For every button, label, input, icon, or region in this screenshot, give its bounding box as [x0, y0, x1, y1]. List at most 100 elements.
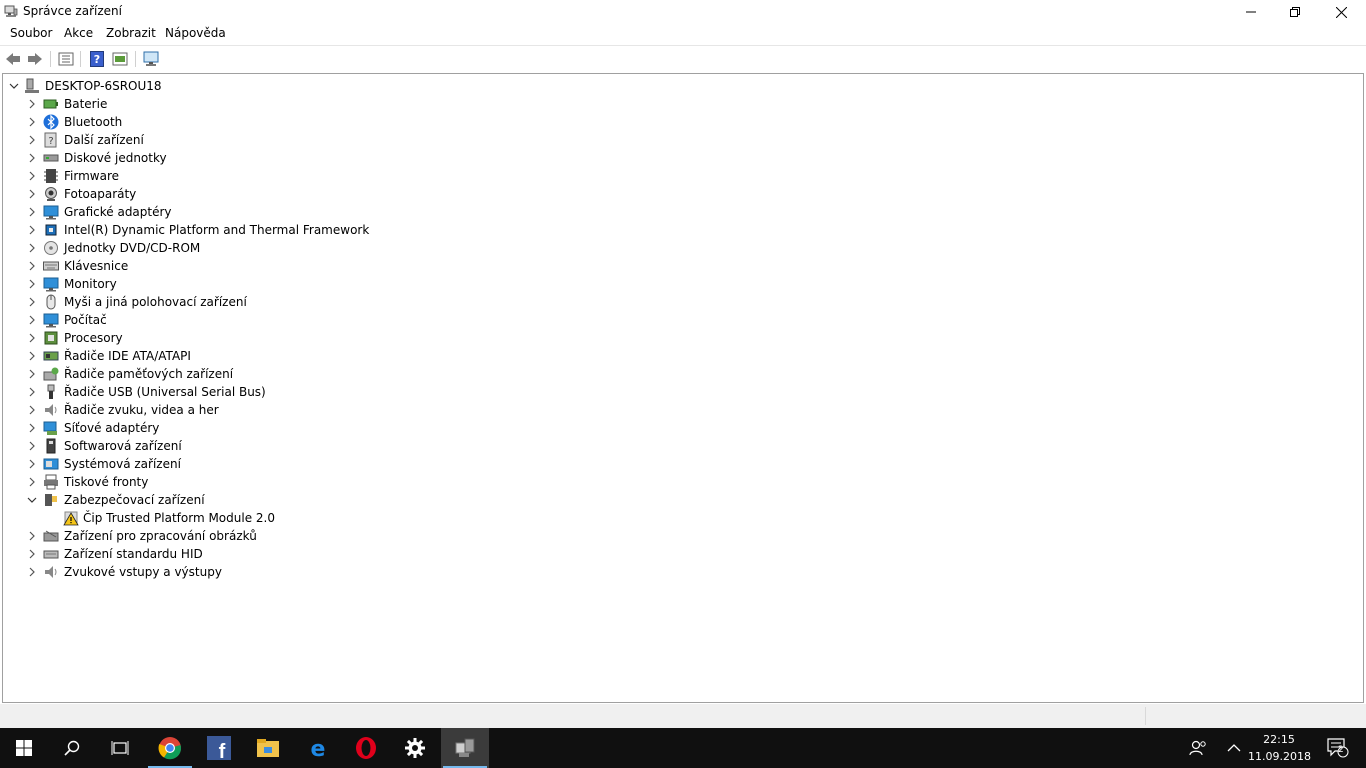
chevron-right-icon[interactable]	[27, 369, 37, 379]
properties-button[interactable]	[56, 50, 76, 68]
help-button[interactable]: ?	[87, 50, 107, 68]
chevron-right-icon[interactable]	[27, 135, 37, 145]
tree-category-label: Řadiče IDE ATA/ATAPI	[64, 349, 191, 363]
chevron-right-icon[interactable]	[27, 153, 37, 163]
status-bar	[0, 704, 1366, 728]
device-tree[interactable]: DESKTOP-6SROU18 Baterie Bluetooth? Další z…	[2, 73, 1364, 703]
chevron-right-icon[interactable]	[27, 333, 37, 343]
tree-root[interactable]: DESKTOP-6SROU18	[3, 77, 403, 95]
speaker-icon	[43, 402, 59, 418]
tree-device-row[interactable]: Čip Trusted Platform Module 2.0	[3, 509, 603, 527]
chevron-right-icon[interactable]	[27, 225, 37, 235]
start-icon	[16, 740, 32, 756]
tree-category-row[interactable]: Řadiče paměťových zařízení	[3, 365, 603, 383]
chevron-right-icon[interactable]	[27, 315, 37, 325]
chevron-right-icon[interactable]	[27, 423, 37, 433]
tree-category-row[interactable]: Tiskové fronty	[3, 473, 603, 491]
menu-soubor[interactable]: Soubor	[8, 26, 54, 40]
scan-hardware-button[interactable]	[142, 50, 162, 68]
hid-icon	[43, 546, 59, 562]
file-explorer-taskbar-button[interactable]	[244, 728, 292, 768]
chevron-right-icon[interactable]	[27, 405, 37, 415]
tree-category-row[interactable]: Fotoaparáty	[3, 185, 603, 203]
update-driver-button[interactable]	[110, 50, 130, 68]
restore-button[interactable]	[1272, 0, 1318, 24]
tree-category-row[interactable]: Diskové jednotky	[3, 149, 603, 167]
tree-category-row[interactable]: Intel(R) Dynamic Platform and Thermal Fr…	[3, 221, 603, 239]
tree-category-row[interactable]: Klávesnice	[3, 257, 603, 275]
chevron-right-icon[interactable]	[27, 189, 37, 199]
close-button[interactable]	[1318, 0, 1364, 24]
usb-icon	[43, 384, 59, 400]
chevron-right-icon[interactable]	[27, 549, 37, 559]
tree-category-row[interactable]: Bluetooth	[3, 113, 603, 131]
chevron-right-icon[interactable]	[27, 531, 37, 541]
chevron-right-icon[interactable]	[27, 243, 37, 253]
back-button[interactable]	[3, 50, 23, 68]
tree-category-label: Monitory	[64, 277, 117, 291]
edge-taskbar-button[interactable]: e	[294, 728, 342, 768]
settings-taskbar-button[interactable]	[391, 728, 439, 768]
clock[interactable]: 22:15 11.09.2018	[1248, 731, 1311, 765]
tree-category-row[interactable]: Baterie	[3, 95, 603, 113]
chevron-right-icon[interactable]	[27, 261, 37, 271]
menu-napoveda[interactable]: Nápověda	[163, 26, 228, 40]
tree-category-row[interactable]: Počítač	[3, 311, 603, 329]
tree-category-row[interactable]: Síťové adaptéry	[3, 419, 603, 437]
chevron-right-icon[interactable]	[27, 567, 37, 577]
computer-icon	[24, 78, 40, 94]
keyboard-icon	[43, 258, 59, 274]
forward-arrow-icon	[28, 53, 42, 65]
tree-category-row[interactable]: Řadiče USB (Universal Serial Bus)	[3, 383, 603, 401]
search-button[interactable]	[48, 728, 96, 768]
audio-io-icon	[43, 564, 59, 580]
tree-category-row[interactable]: Grafické adaptéry	[3, 203, 603, 221]
toolbar-separator	[50, 51, 51, 67]
device-manager-taskbar-button[interactable]	[441, 728, 489, 768]
tree-category-row[interactable]: Řadiče IDE ATA/ATAPI	[3, 347, 603, 365]
chevron-right-icon[interactable]	[27, 351, 37, 361]
notification-count: 2	[1338, 745, 1344, 755]
tree-category-row[interactable]: Procesory	[3, 329, 603, 347]
chevron-right-icon[interactable]	[27, 297, 37, 307]
facebook-taskbar-button[interactable]: f	[195, 728, 243, 768]
tree-category-row[interactable]: Řadiče zvuku, videa a her	[3, 401, 603, 419]
tree-category-row[interactable]: Systémová zařízení	[3, 455, 603, 473]
chevron-down-icon[interactable]	[27, 495, 37, 505]
chevron-right-icon[interactable]	[27, 207, 37, 217]
opera-taskbar-button[interactable]	[342, 728, 390, 768]
tree-category-row[interactable]: Myši a jiná polohovací zařízení	[3, 293, 603, 311]
tree-category-row[interactable]: Zařízení pro zpracování obrázků	[3, 527, 603, 545]
scanner-icon	[43, 528, 59, 544]
people-icon	[1189, 740, 1206, 756]
tree-category-row[interactable]: Jednotky DVD/CD-ROM	[3, 239, 603, 257]
menu-akce[interactable]: Akce	[62, 26, 95, 40]
chevron-right-icon[interactable]	[27, 477, 37, 487]
forward-button[interactable]	[25, 50, 45, 68]
chevron-right-icon[interactable]	[27, 99, 37, 109]
chevron-right-icon[interactable]	[27, 279, 37, 289]
tree-category-row[interactable]: Monitory	[3, 275, 603, 293]
tree-category-row[interactable]: Zvukové vstupy a výstupy	[3, 563, 603, 581]
chrome-taskbar-button[interactable]	[146, 728, 194, 768]
action-center-button[interactable]: 2	[1316, 728, 1360, 768]
tree-category-row[interactable]: Zařízení standardu HID	[3, 545, 603, 563]
tree-category-row[interactable]: ? Další zařízení	[3, 131, 603, 149]
start-button[interactable]	[0, 728, 48, 768]
tree-category-row[interactable]: Firmware	[3, 167, 603, 185]
tree-category-row[interactable]: Zabezpečovací zařízení	[3, 491, 603, 509]
tree-category-label: Počítač	[64, 313, 107, 327]
chevron-right-icon[interactable]	[27, 459, 37, 469]
menu-zobrazit[interactable]: Zobrazit	[104, 26, 158, 40]
monitor-icon	[43, 276, 59, 292]
processor-icon	[43, 330, 59, 346]
chevron-right-icon[interactable]	[27, 117, 37, 127]
toolbar-separator	[80, 51, 81, 67]
chevron-right-icon[interactable]	[27, 387, 37, 397]
chevron-right-icon[interactable]	[27, 441, 37, 451]
tree-category-row[interactable]: Softwarová zařízení	[3, 437, 603, 455]
chevron-right-icon[interactable]	[27, 171, 37, 181]
minimize-button[interactable]	[1228, 0, 1274, 24]
chevron-down-icon[interactable]	[9, 81, 19, 91]
task-view-button[interactable]	[96, 728, 144, 768]
